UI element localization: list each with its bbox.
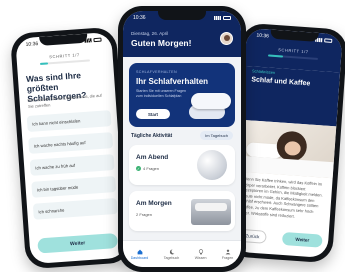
home-icon xyxy=(137,249,142,254)
progress-bar xyxy=(267,54,319,60)
bed-icon xyxy=(191,199,231,225)
center-phone: 10:36 Dienstag, 26. April Guten Morgen! … xyxy=(118,6,246,272)
phone-notch xyxy=(158,11,206,20)
bed-sheet-shape xyxy=(236,155,334,179)
card-meta: 2 Fragen xyxy=(136,212,152,217)
date-label: Dienstag, 26. April xyxy=(131,31,169,36)
morning-card[interactable]: Am Morgen 2 Fragen xyxy=(129,191,235,231)
status-time: 10:36 xyxy=(256,32,270,40)
moon-icon xyxy=(169,249,174,254)
option-item[interactable]: Ich kann nicht einschlafen xyxy=(26,110,112,132)
progress-fill xyxy=(267,54,284,58)
nav-label: Tagebuch xyxy=(163,255,180,260)
progress-bar xyxy=(39,59,91,65)
nav-diary[interactable]: Tagebuch xyxy=(163,249,180,260)
nav-knowledge[interactable]: Wissen xyxy=(194,248,207,260)
nav-dashboard[interactable]: Dashboard xyxy=(130,249,149,260)
avatar[interactable] xyxy=(220,32,233,45)
diary-chip[interactable]: Im Tagebuch xyxy=(200,131,233,140)
article-body: Wenn Sie Kaffee trinken, wird das Koffei… xyxy=(240,176,323,219)
article-title: Schlaf und Kaffee xyxy=(251,76,311,88)
option-item[interactable]: Ich wache nachts häufig auf xyxy=(28,132,114,154)
question-count: 2 Fragen xyxy=(136,212,153,217)
option-item[interactable]: Ich wache zu früh auf xyxy=(29,154,115,176)
step-label: SCHRITT 1/7 xyxy=(278,47,309,55)
status-time: 10:36 xyxy=(133,15,146,21)
step-label: SCHRITT 1/7 xyxy=(49,52,80,60)
bottom-nav: Dashboard Tagebuch Wissen Fragen xyxy=(123,240,241,267)
option-item[interactable]: Ich bin tagsüber müde xyxy=(31,175,117,198)
nav-label: Fragen xyxy=(221,255,234,260)
check-icon: ✓ xyxy=(136,166,141,171)
card-meta: ✓ 4 Fragen xyxy=(136,166,159,171)
nav-label: Dashboard xyxy=(130,255,149,260)
next-button[interactable]: Weiter xyxy=(281,231,323,248)
option-item[interactable]: Ich schnarche xyxy=(32,197,118,220)
greeting-title: Guten Morgen! xyxy=(131,38,192,48)
continue-button[interactable]: Weiter xyxy=(37,232,119,254)
article-title-card: Schlafwissen Schlaf und Kaffee xyxy=(240,65,341,127)
left-phone-screen: 10:36 SCHRITT 1/7 Was sind Ihre größten … xyxy=(15,31,127,265)
card-title: Am Abend xyxy=(136,154,169,161)
status-icons xyxy=(84,37,102,43)
status-icons xyxy=(315,37,333,43)
feature-title: Ihr Schlafverhalten xyxy=(136,77,209,86)
status-time: 10:36 xyxy=(25,41,39,48)
lightbulb-icon xyxy=(198,248,203,254)
nav-label: Wissen xyxy=(194,255,207,260)
sleep-behavior-card[interactable]: SCHLAFVERHALTEN Ihr Schlafverhalten Star… xyxy=(129,63,235,127)
start-button[interactable]: Start xyxy=(136,109,170,119)
progress-fill xyxy=(39,62,48,65)
signal-icon xyxy=(214,16,221,20)
evening-card[interactable]: Am Abend ✓ 4 Fragen xyxy=(129,145,235,185)
question-count: 4 Fragen xyxy=(143,166,160,171)
right-phone-screen: 10:36 SCHRITT 1/7 Schlafwissen Schlaf un… xyxy=(231,27,343,259)
person-icon xyxy=(225,249,230,254)
feature-text: Starten Sie mit unseren Fragen zum indiv… xyxy=(136,89,186,98)
daily-activity-heading: Tägliche Aktivität xyxy=(131,133,173,139)
battery-icon xyxy=(324,38,333,43)
battery-icon xyxy=(93,37,102,43)
step-header: SCHRITT 1/7 xyxy=(16,50,112,67)
status-icons xyxy=(214,16,231,20)
sleeping-person-image xyxy=(236,119,337,179)
moon-icon xyxy=(197,150,227,180)
left-phone: 10:36 SCHRITT 1/7 Was sind Ihre größten … xyxy=(9,26,133,270)
center-phone-screen: 10:36 Dienstag, 26. April Guten Morgen! … xyxy=(123,11,241,267)
option-list: Ich kann nicht einschlafen Ich wache nac… xyxy=(26,110,118,226)
battery-icon xyxy=(223,16,231,20)
nav-questions[interactable]: Fragen xyxy=(222,249,233,260)
card-title: Am Morgen xyxy=(136,200,172,207)
pillow-icon xyxy=(191,93,231,109)
feature-kicker: SCHLAFVERHALTEN xyxy=(136,70,177,74)
